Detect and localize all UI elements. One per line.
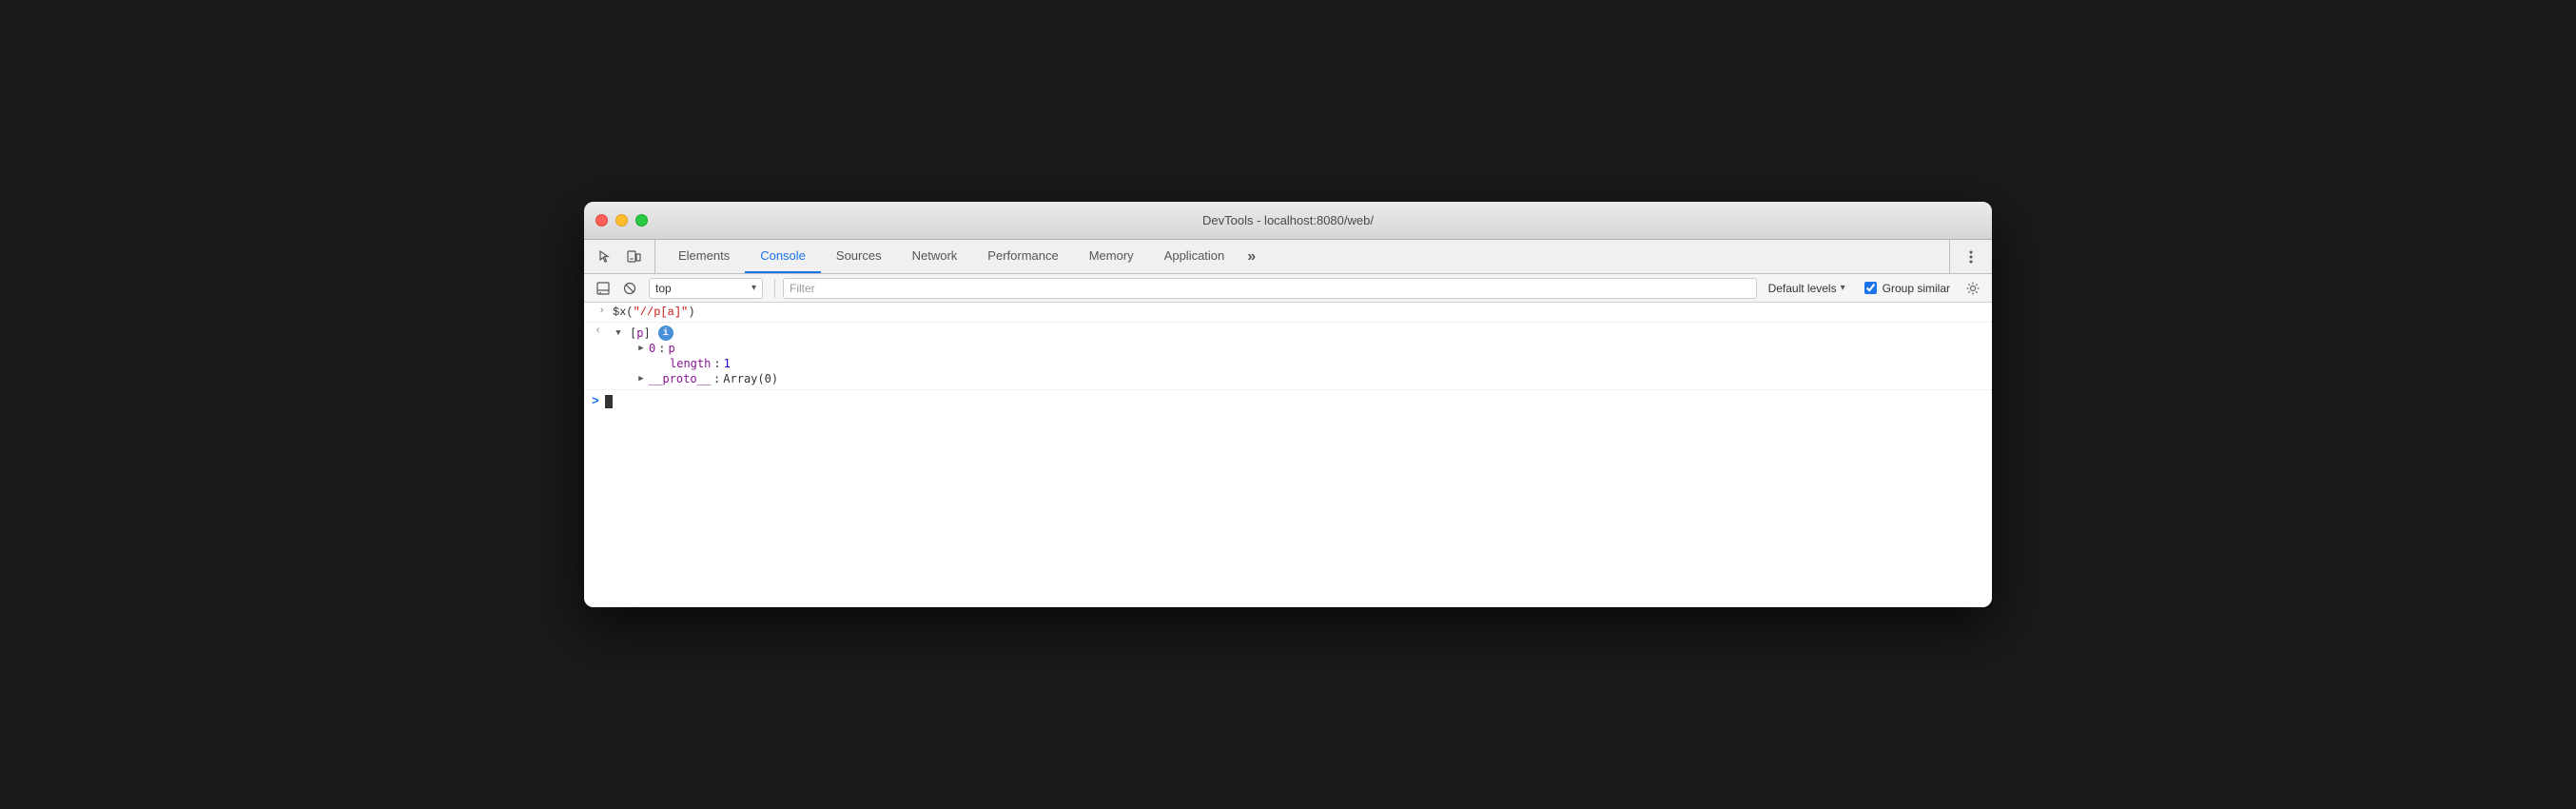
length-colon: : [713,357,720,370]
tabs-overflow-button[interactable]: » [1239,240,1262,273]
more-options-button[interactable] [1958,244,1984,270]
array-label: [p] [630,326,651,340]
devtools-panel: Elements Console Sources Network Perform… [584,240,1992,607]
console-toolbar: top ▾ Default levels ▾ Group similar [584,274,1992,303]
array-child-length: length : 1 [613,356,1984,371]
device-icon [626,249,641,265]
back-arrow-icon: ‹ [595,326,601,337]
string-value: "//p[a]" [634,306,689,319]
prompt-symbol: > [592,394,599,408]
inspect-element-button[interactable] [592,244,618,270]
filter-section[interactable] [783,278,1757,299]
filter-divider [774,279,775,298]
three-dots-icon [1963,249,1979,265]
entry-content: $x("//p[a]") [611,306,1984,319]
cursor-icon [597,249,613,265]
proto-key: __proto__ [649,372,711,385]
group-similar-checkbox-group: Group similar [1857,282,1958,295]
tab-network[interactable]: Network [897,240,973,273]
console-entry-input: › $x("//p[a]") [584,303,1992,323]
tab-console[interactable]: Console [745,240,821,273]
input-chevron-icon: › [598,306,605,317]
length-value: 1 [724,357,731,370]
context-arrow-icon: ▾ [751,283,756,293]
command-text: $x("//p[a]") [613,306,694,319]
tabs-right [1949,240,1984,273]
clear-icon [623,282,636,295]
array-tag: p [636,326,643,340]
filter-input[interactable] [790,279,980,298]
tabs: Elements Console Sources Network Perform… [663,240,1949,273]
tab-elements[interactable]: Elements [663,240,745,273]
tabs-row: Elements Console Sources Network Perform… [584,240,1992,274]
default-levels-arrow-icon: ▾ [1841,283,1845,293]
traffic-lights [595,214,648,227]
window-title: DevTools - localhost:8080/web/ [1202,213,1374,227]
tab-performance[interactable]: Performance [972,240,1073,273]
child-0-key: 0 [649,342,655,355]
info-badge[interactable]: i [658,326,673,341]
console-output: › $x("//p[a]") ‹ [p] i [584,303,1992,607]
default-levels-selector[interactable]: Default levels ▾ [1761,282,1853,295]
child-0-value: p [668,342,674,355]
context-label: top [655,282,748,295]
show-drawer-button[interactable] [592,277,615,300]
clear-console-button[interactable] [618,277,641,300]
array-child-0: 0 : p [613,341,1984,356]
drawer-icon [596,282,610,295]
group-similar-label[interactable]: Group similar [1883,282,1950,295]
proto-colon: : [713,372,720,385]
device-toolbar-button[interactable] [620,244,647,270]
child-0-colon: : [658,342,665,355]
console-prompt-row: > [584,390,1992,412]
expand-array-button[interactable] [613,327,624,339]
close-button[interactable] [595,214,608,227]
tab-sources[interactable]: Sources [821,240,897,273]
array-child-proto: __proto__ : Array(0) [613,371,1984,386]
console-entry-array-output: ‹ [p] i 0 : p [584,323,1992,390]
length-key: length [670,357,711,370]
expand-child-0-button[interactable] [635,343,647,354]
tab-memory[interactable]: Memory [1074,240,1149,273]
entry-gutter: › [584,306,611,317]
maximize-button[interactable] [635,214,648,227]
console-settings-button[interactable] [1961,277,1984,300]
tab-application[interactable]: Application [1149,240,1240,273]
entry-gutter-output: ‹ [584,326,611,337]
devtools-window: DevTools - localhost:8080/web/ [584,202,1992,607]
minimize-button[interactable] [615,214,628,227]
group-similar-checkbox[interactable] [1864,282,1877,294]
title-bar: DevTools - localhost:8080/web/ [584,202,1992,240]
cursor [605,395,613,408]
proto-value: Array(0) [723,372,778,385]
array-header[interactable]: [p] i [613,326,1984,341]
context-selector[interactable]: top ▾ [649,278,763,299]
toolbar-icons [592,240,655,273]
array-output-content: [p] i 0 : p length : 1 [611,326,1984,386]
expand-proto-button[interactable] [635,373,647,385]
gear-icon [1965,281,1981,296]
default-levels-label: Default levels [1768,282,1837,295]
